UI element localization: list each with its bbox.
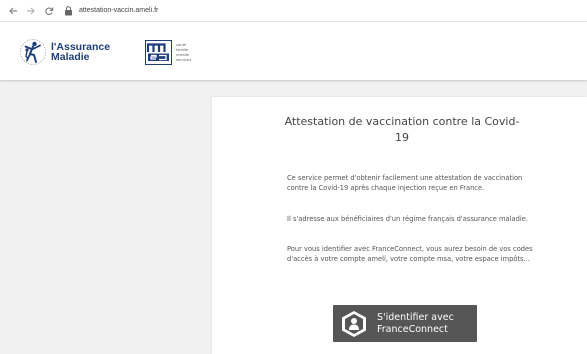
page-title: Attestation de vaccination contre la Cov…: [284, 115, 520, 144]
identification-paragraph: Pour vous identifier avec FranceConnect,…: [287, 245, 533, 263]
assurance-maladie-logo[interactable]: l'Assurance Maladie: [18, 35, 126, 69]
main-card: Attestation de vaccination contre la Cov…: [212, 97, 587, 354]
intro-paragraph: Ce service permet d'obtenir facilement u…: [287, 174, 523, 192]
msa-mark-icon: [145, 39, 172, 65]
lock-icon: [65, 5, 72, 15]
msa-tagline: santé famille retraite services: [176, 42, 191, 62]
back-arrow-icon[interactable]: [6, 4, 20, 18]
site-header: l'Assurance Maladie santé famille retrai…: [0, 22, 587, 80]
franceconnect-button[interactable]: S'identifier avec FranceConnect: [333, 305, 477, 342]
eligibility-paragraph: Il s'adresse aux bénéficiaires d'un régi…: [287, 215, 528, 223]
assurance-logo-line2: Maladie: [51, 51, 90, 63]
reload-icon[interactable]: [42, 4, 56, 18]
franceconnect-label-line2: FranceConnect: [377, 323, 448, 335]
browser-toolbar: attestation-vaccin.ameli.fr: [0, 0, 587, 22]
assurance-maladie-figure-icon: [20, 39, 46, 65]
franceconnect-icon: [342, 310, 366, 337]
msa-logo[interactable]: santé famille retraite services: [145, 37, 191, 67]
franceconnect-label-line1: S'identifier avec: [377, 311, 454, 323]
address-bar[interactable]: attestation-vaccin.ameli.fr: [64, 3, 158, 19]
forward-arrow-icon[interactable]: [24, 4, 38, 18]
url-text: attestation-vaccin.ameli.fr: [79, 7, 159, 14]
msa-word: services: [176, 57, 192, 62]
